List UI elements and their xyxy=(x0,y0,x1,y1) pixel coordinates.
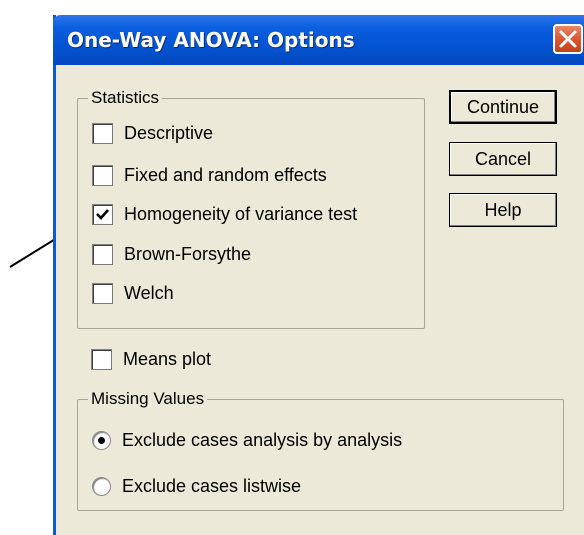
options-dialog: One-Way ANOVA: Options Statistics Descri… xyxy=(53,15,584,535)
exclude-listwise-label: Exclude cases listwise xyxy=(122,475,302,496)
close-x-icon xyxy=(559,30,577,48)
welch-label: Welch xyxy=(124,282,174,303)
radio-selected-dot xyxy=(98,436,105,444)
fixed-random-effects-label: Fixed and random effects xyxy=(124,164,327,185)
help-button[interactable]: Help xyxy=(449,193,557,227)
brown-forsythe-option[interactable]: Brown-Forsythe xyxy=(92,241,251,267)
homogeneity-label: Homogeneity of variance test xyxy=(124,203,358,224)
homogeneity-option[interactable]: Homogeneity of variance test xyxy=(92,201,357,227)
exclude-analysis-radio[interactable] xyxy=(92,430,111,450)
statistics-group: Statistics Descriptive Fixed and random … xyxy=(77,88,425,329)
close-button[interactable] xyxy=(553,24,583,54)
descriptive-checkbox[interactable] xyxy=(92,122,113,144)
checkmark-icon xyxy=(96,208,109,220)
fixed-random-effects-checkbox[interactable] xyxy=(92,164,113,186)
cancel-button[interactable]: Cancel xyxy=(449,142,557,176)
descriptive-label: Descriptive xyxy=(124,122,214,143)
dialog-title: One-Way ANOVA: Options xyxy=(67,28,355,52)
statistics-legend: Statistics xyxy=(88,88,163,108)
means-plot-option[interactable]: Means plot xyxy=(91,346,211,372)
brown-forsythe-label: Brown-Forsythe xyxy=(124,243,252,264)
title-bar[interactable]: One-Way ANOVA: Options xyxy=(53,15,584,65)
missing-values-legend: Missing Values xyxy=(88,389,208,409)
fixed-random-effects-option[interactable]: Fixed and random effects xyxy=(92,162,327,188)
exclude-listwise-radio[interactable] xyxy=(92,476,111,496)
welch-checkbox[interactable] xyxy=(92,282,113,304)
exclude-listwise-option[interactable]: Exclude cases listwise xyxy=(92,473,301,499)
brown-forsythe-checkbox[interactable] xyxy=(92,243,113,265)
exclude-analysis-label: Exclude cases analysis by analysis xyxy=(122,429,403,450)
homogeneity-checkbox[interactable] xyxy=(92,203,113,225)
descriptive-option[interactable]: Descriptive xyxy=(92,120,213,146)
continue-button[interactable]: Continue xyxy=(449,90,557,124)
exclude-analysis-option[interactable]: Exclude cases analysis by analysis xyxy=(92,427,402,453)
welch-option[interactable]: Welch xyxy=(92,280,174,306)
means-plot-checkbox[interactable] xyxy=(91,348,112,370)
missing-values-group: Missing Values Exclude cases analysis by… xyxy=(77,389,564,511)
means-plot-label: Means plot xyxy=(123,348,212,369)
